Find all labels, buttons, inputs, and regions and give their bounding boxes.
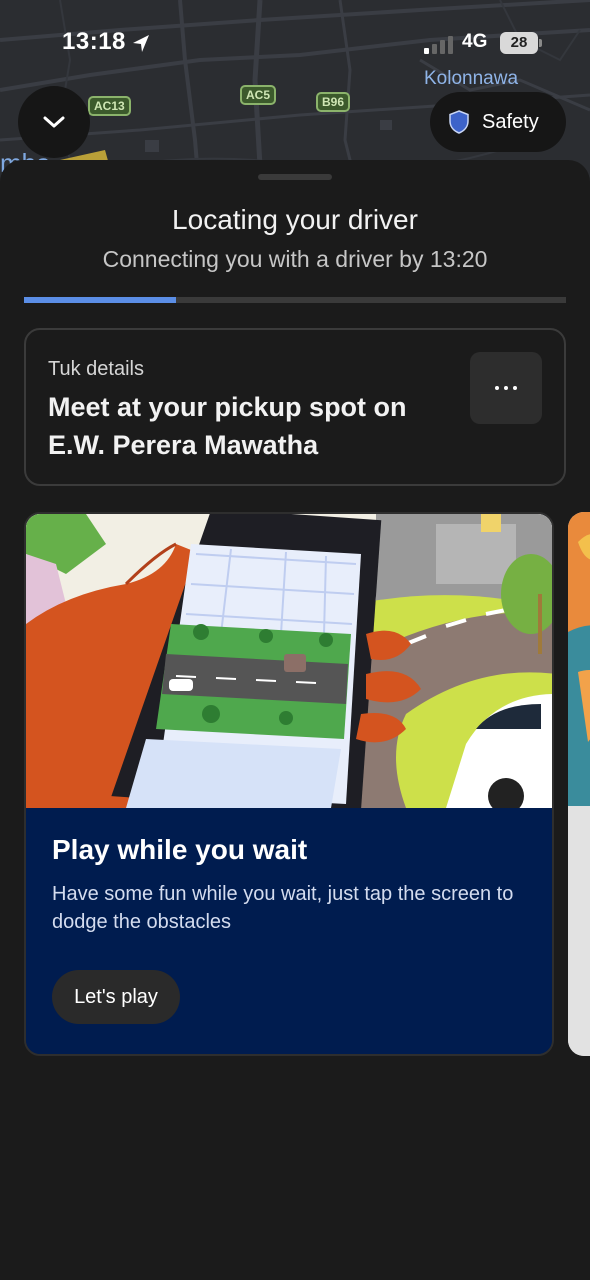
safety-button[interactable]: Safety	[430, 92, 566, 152]
shield-icon	[449, 110, 469, 134]
chevron-down-icon	[43, 116, 65, 128]
sheet-subtitle: Connecting you with a driver by 13:20	[102, 246, 488, 272]
network-type: 4G	[462, 31, 488, 52]
safety-label: Safety	[482, 110, 539, 133]
sheet-title: Locating your driver	[172, 204, 418, 235]
tuk-details-card[interactable]: Tuk details Meet at your pickup spot on …	[24, 328, 566, 486]
road-label-b96: B96	[316, 92, 351, 112]
next-carousel-card[interactable]	[568, 512, 590, 1056]
lets-play-button[interactable]: Let's play	[52, 970, 180, 1024]
promo-body: Play while you wait Have some fun while …	[26, 808, 552, 1054]
bottom-sheet: Locating your driver Connecting you with…	[0, 160, 590, 1280]
next-card-illustration	[568, 512, 590, 1056]
pickup-instructions: Meet at your pickup spot on E.W. Perera …	[48, 392, 407, 460]
battery-icon: 28	[500, 32, 538, 54]
location-arrow-icon	[133, 35, 149, 52]
more-options-button[interactable]	[470, 352, 542, 424]
details-label: Tuk details	[48, 358, 144, 380]
signal-strength-icon	[424, 36, 456, 54]
phone-game-illustration	[26, 514, 552, 808]
game-illustration	[26, 514, 552, 808]
more-options-icon	[495, 386, 499, 390]
progress-fill	[24, 297, 176, 303]
promo-description: Have some fun while you wait, just tap t…	[52, 883, 514, 933]
place-label-kolonnawa: Kolonnawa	[424, 68, 519, 89]
status-bar: 13:18 4G 28	[0, 28, 590, 62]
collapse-button[interactable]	[18, 86, 90, 158]
promo-title: Play while you wait	[52, 834, 308, 865]
search-progress-bar	[24, 297, 566, 303]
status-time: 13:18	[62, 28, 126, 55]
road-label-ac13: AC13	[88, 96, 131, 116]
sheet-drag-handle[interactable]	[258, 174, 332, 180]
road-label-ac5: AC5	[240, 85, 277, 105]
play-while-you-wait-card[interactable]: Play while you wait Have some fun while …	[24, 512, 554, 1056]
app-screen: AC13 AC5 B96 Kolonnawa mba 13:18 4G 28 S…	[0, 0, 590, 1280]
battery-tip	[539, 39, 542, 47]
